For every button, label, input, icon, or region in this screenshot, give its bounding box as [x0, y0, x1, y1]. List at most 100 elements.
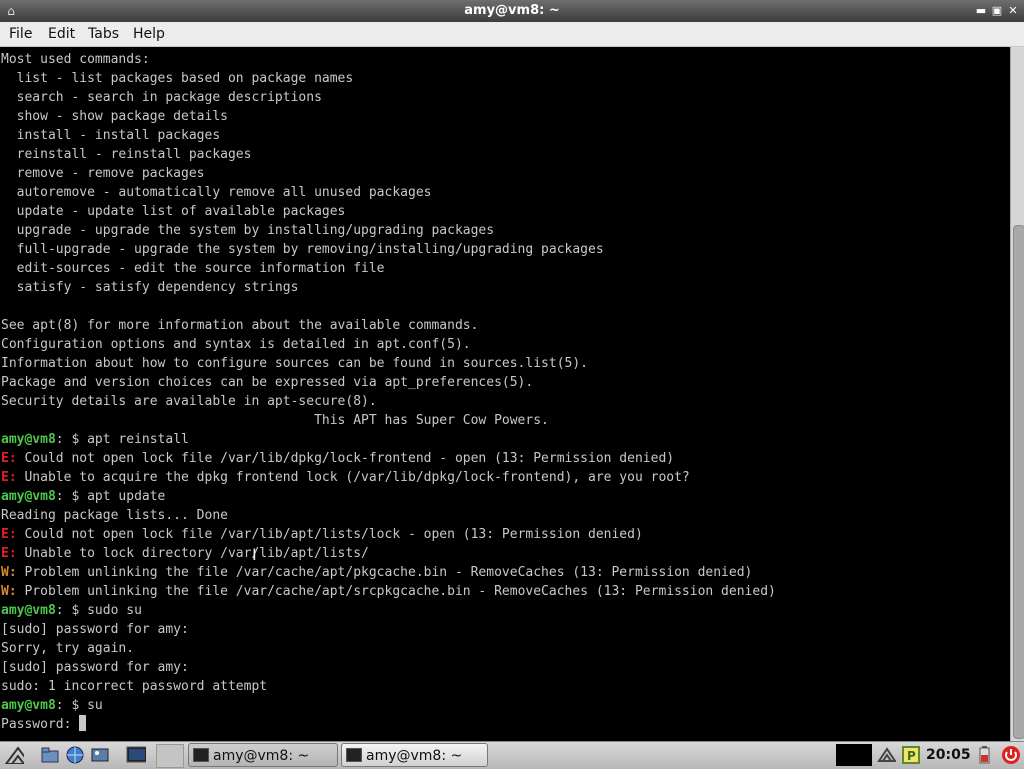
terminal-line: list - list packages based on package na…: [1, 71, 354, 86]
terminal-line: search - search in package descriptions: [1, 90, 322, 105]
prompt-user: amy@vm8: [1, 603, 56, 618]
terminal-icon: [346, 748, 362, 762]
prompt-user: amy@vm8: [1, 698, 56, 713]
line-text: Could not open lock file /var/lib/apt/li…: [16, 527, 643, 542]
taskbar-task-2[interactable]: amy@vm8: ~: [341, 743, 488, 767]
terminal-line: Configuration options and syntax is deta…: [1, 337, 471, 352]
terminal-line: update - update list of available packag…: [1, 204, 346, 219]
terminal-line: edit-sources - edit the source informati…: [1, 261, 385, 276]
line-text: Reading package lists... Done: [1, 508, 228, 523]
command-line: amy@vm8: $ su: [1, 696, 103, 715]
line-text: Could not open lock file /var/lib/dpkg/l…: [16, 451, 675, 466]
error-line: E: Unable to lock directory /var/lib/apt…: [1, 544, 369, 563]
terminal-line: Security details are available in apt-se…: [1, 394, 377, 409]
terminal-line: See apt(8) for more information about th…: [1, 318, 479, 333]
prompt-path: : $: [55, 489, 88, 504]
taskbar: amy@vm8: ~ amy@vm8: ~ P 20:05: [0, 741, 1024, 769]
terminal-line: satisfy - satisfy dependency strings: [1, 280, 299, 295]
text-cursor-icon: I: [252, 545, 257, 564]
line-text: Password:: [1, 717, 80, 732]
start-menu-icon[interactable]: [4, 744, 24, 764]
menu-tabs[interactable]: Tabs: [86, 22, 121, 46]
command-line: amy@vm8: $ apt update: [1, 487, 165, 506]
scrollbar-thumb[interactable]: [1013, 225, 1024, 739]
line-text: Unable to acquire the dpkg frontend lock…: [16, 470, 690, 485]
terminal-line: [sudo] password for amy:: [1, 658, 189, 677]
image-viewer-icon[interactable]: [90, 745, 110, 765]
command-line: amy@vm8: $ sudo su: [1, 601, 142, 620]
window-title: amy@vm8: ~: [464, 3, 560, 18]
warning-line: W: Problem unlinking the file /var/cache…: [1, 582, 776, 601]
terminal-line: show - show package details: [1, 109, 228, 124]
terminal-cursor: [79, 715, 87, 731]
terminal-line: reinstall - reinstall packages: [1, 147, 252, 162]
error-tag: E:: [1, 527, 17, 542]
error-tag: E:: [1, 451, 17, 466]
line-text: Problem unlinking the file /var/cache/ap…: [16, 565, 753, 580]
prompt-user: amy@vm8: [1, 489, 56, 504]
terminal-line: Most used commands:: [1, 52, 150, 67]
error-tag: E:: [1, 546, 17, 561]
line-text: Problem unlinking the file /var/cache/ap…: [16, 584, 776, 599]
menu-edit[interactable]: Edit: [46, 22, 77, 46]
error-tag: E:: [1, 470, 17, 485]
terminal-line: Information about how to configure sourc…: [1, 356, 588, 371]
terminal-line: upgrade - upgrade the system by installi…: [1, 223, 495, 238]
terminal-line: Package and version choices can be expre…: [1, 375, 534, 390]
prompt-path: : $: [55, 432, 88, 447]
prompt-path: : $: [55, 698, 88, 713]
terminal-icon: [193, 748, 209, 762]
menu-file[interactable]: File: [7, 22, 34, 46]
close-button[interactable]: ✕: [1006, 4, 1020, 18]
clock[interactable]: 20:05: [926, 742, 971, 769]
command-line: amy@vm8: $ apt reinstall: [1, 430, 189, 449]
terminal-line: Sorry, try again.: [1, 639, 134, 658]
terminal-line: Reading package lists... Done: [1, 506, 228, 525]
error-line: E: Could not open lock file /var/lib/dpk…: [1, 449, 674, 468]
menu-bar: File Edit Tabs Help: [0, 22, 1024, 47]
minimize-button[interactable]: ▬: [974, 4, 988, 18]
maximize-button[interactable]: ▣: [990, 4, 1004, 18]
terminal-line: remove - remove packages: [1, 166, 205, 181]
terminal-line: Password:: [1, 715, 87, 734]
line-text: [sudo] password for amy:: [1, 660, 189, 675]
terminal-scrollbar[interactable]: [1010, 47, 1024, 741]
terminal-line: full-upgrade - upgrade the system by rem…: [1, 242, 604, 257]
menu-help[interactable]: Help: [131, 22, 167, 46]
desktop-icon[interactable]: [156, 744, 184, 768]
line-text: Unable to lock directory /var/lib/apt/li…: [16, 546, 369, 561]
web-browser-icon[interactable]: [65, 745, 85, 765]
terminal-icon[interactable]: [126, 745, 146, 765]
line-text: sudo: 1 incorrect password attempt: [1, 679, 268, 694]
terminal-line: autoremove - automatically remove all un…: [1, 185, 432, 200]
battery-icon[interactable]: [974, 745, 994, 765]
command-text: apt update: [87, 489, 166, 504]
terminal-line: [sudo] password for amy:: [1, 620, 189, 639]
terminal-line: This APT has Super Cow Powers.: [1, 413, 549, 428]
terminal-line: install - install packages: [1, 128, 221, 143]
command-text: sudo su: [87, 603, 142, 618]
task-label: amy@vm8: ~: [213, 748, 310, 764]
network-graph-icon[interactable]: [836, 744, 872, 766]
file-manager-icon[interactable]: [40, 745, 60, 765]
error-line: E: Unable to acquire the dpkg frontend l…: [1, 468, 690, 487]
line-text: [sudo] password for amy:: [1, 622, 189, 637]
prompt-user: amy@vm8: [1, 432, 56, 447]
warning-line: W: Problem unlinking the file /var/cache…: [1, 563, 752, 582]
warning-tag: W:: [1, 584, 17, 599]
package-updater-icon[interactable]: P: [901, 745, 921, 765]
prompt-path: : $: [55, 603, 88, 618]
network-icon[interactable]: [876, 745, 896, 765]
terminal-line: sudo: 1 incorrect password attempt: [1, 677, 267, 696]
taskbar-task-1[interactable]: amy@vm8: ~: [188, 743, 338, 767]
warning-tag: W:: [1, 565, 17, 580]
command-text: su: [87, 698, 103, 713]
svg-text:P: P: [907, 749, 916, 763]
window-title-bar[interactable]: ⌂ amy@vm8: ~ ▬ ▣ ✕: [0, 0, 1024, 23]
command-text: apt reinstall: [87, 432, 189, 447]
task-label: amy@vm8: ~: [366, 748, 463, 764]
power-icon[interactable]: [1000, 745, 1020, 765]
line-text: Sorry, try again.: [1, 641, 135, 656]
error-line: E: Could not open lock file /var/lib/apt…: [1, 525, 643, 544]
terminal-output[interactable]: Most used commands: list - list packages…: [0, 47, 1010, 741]
